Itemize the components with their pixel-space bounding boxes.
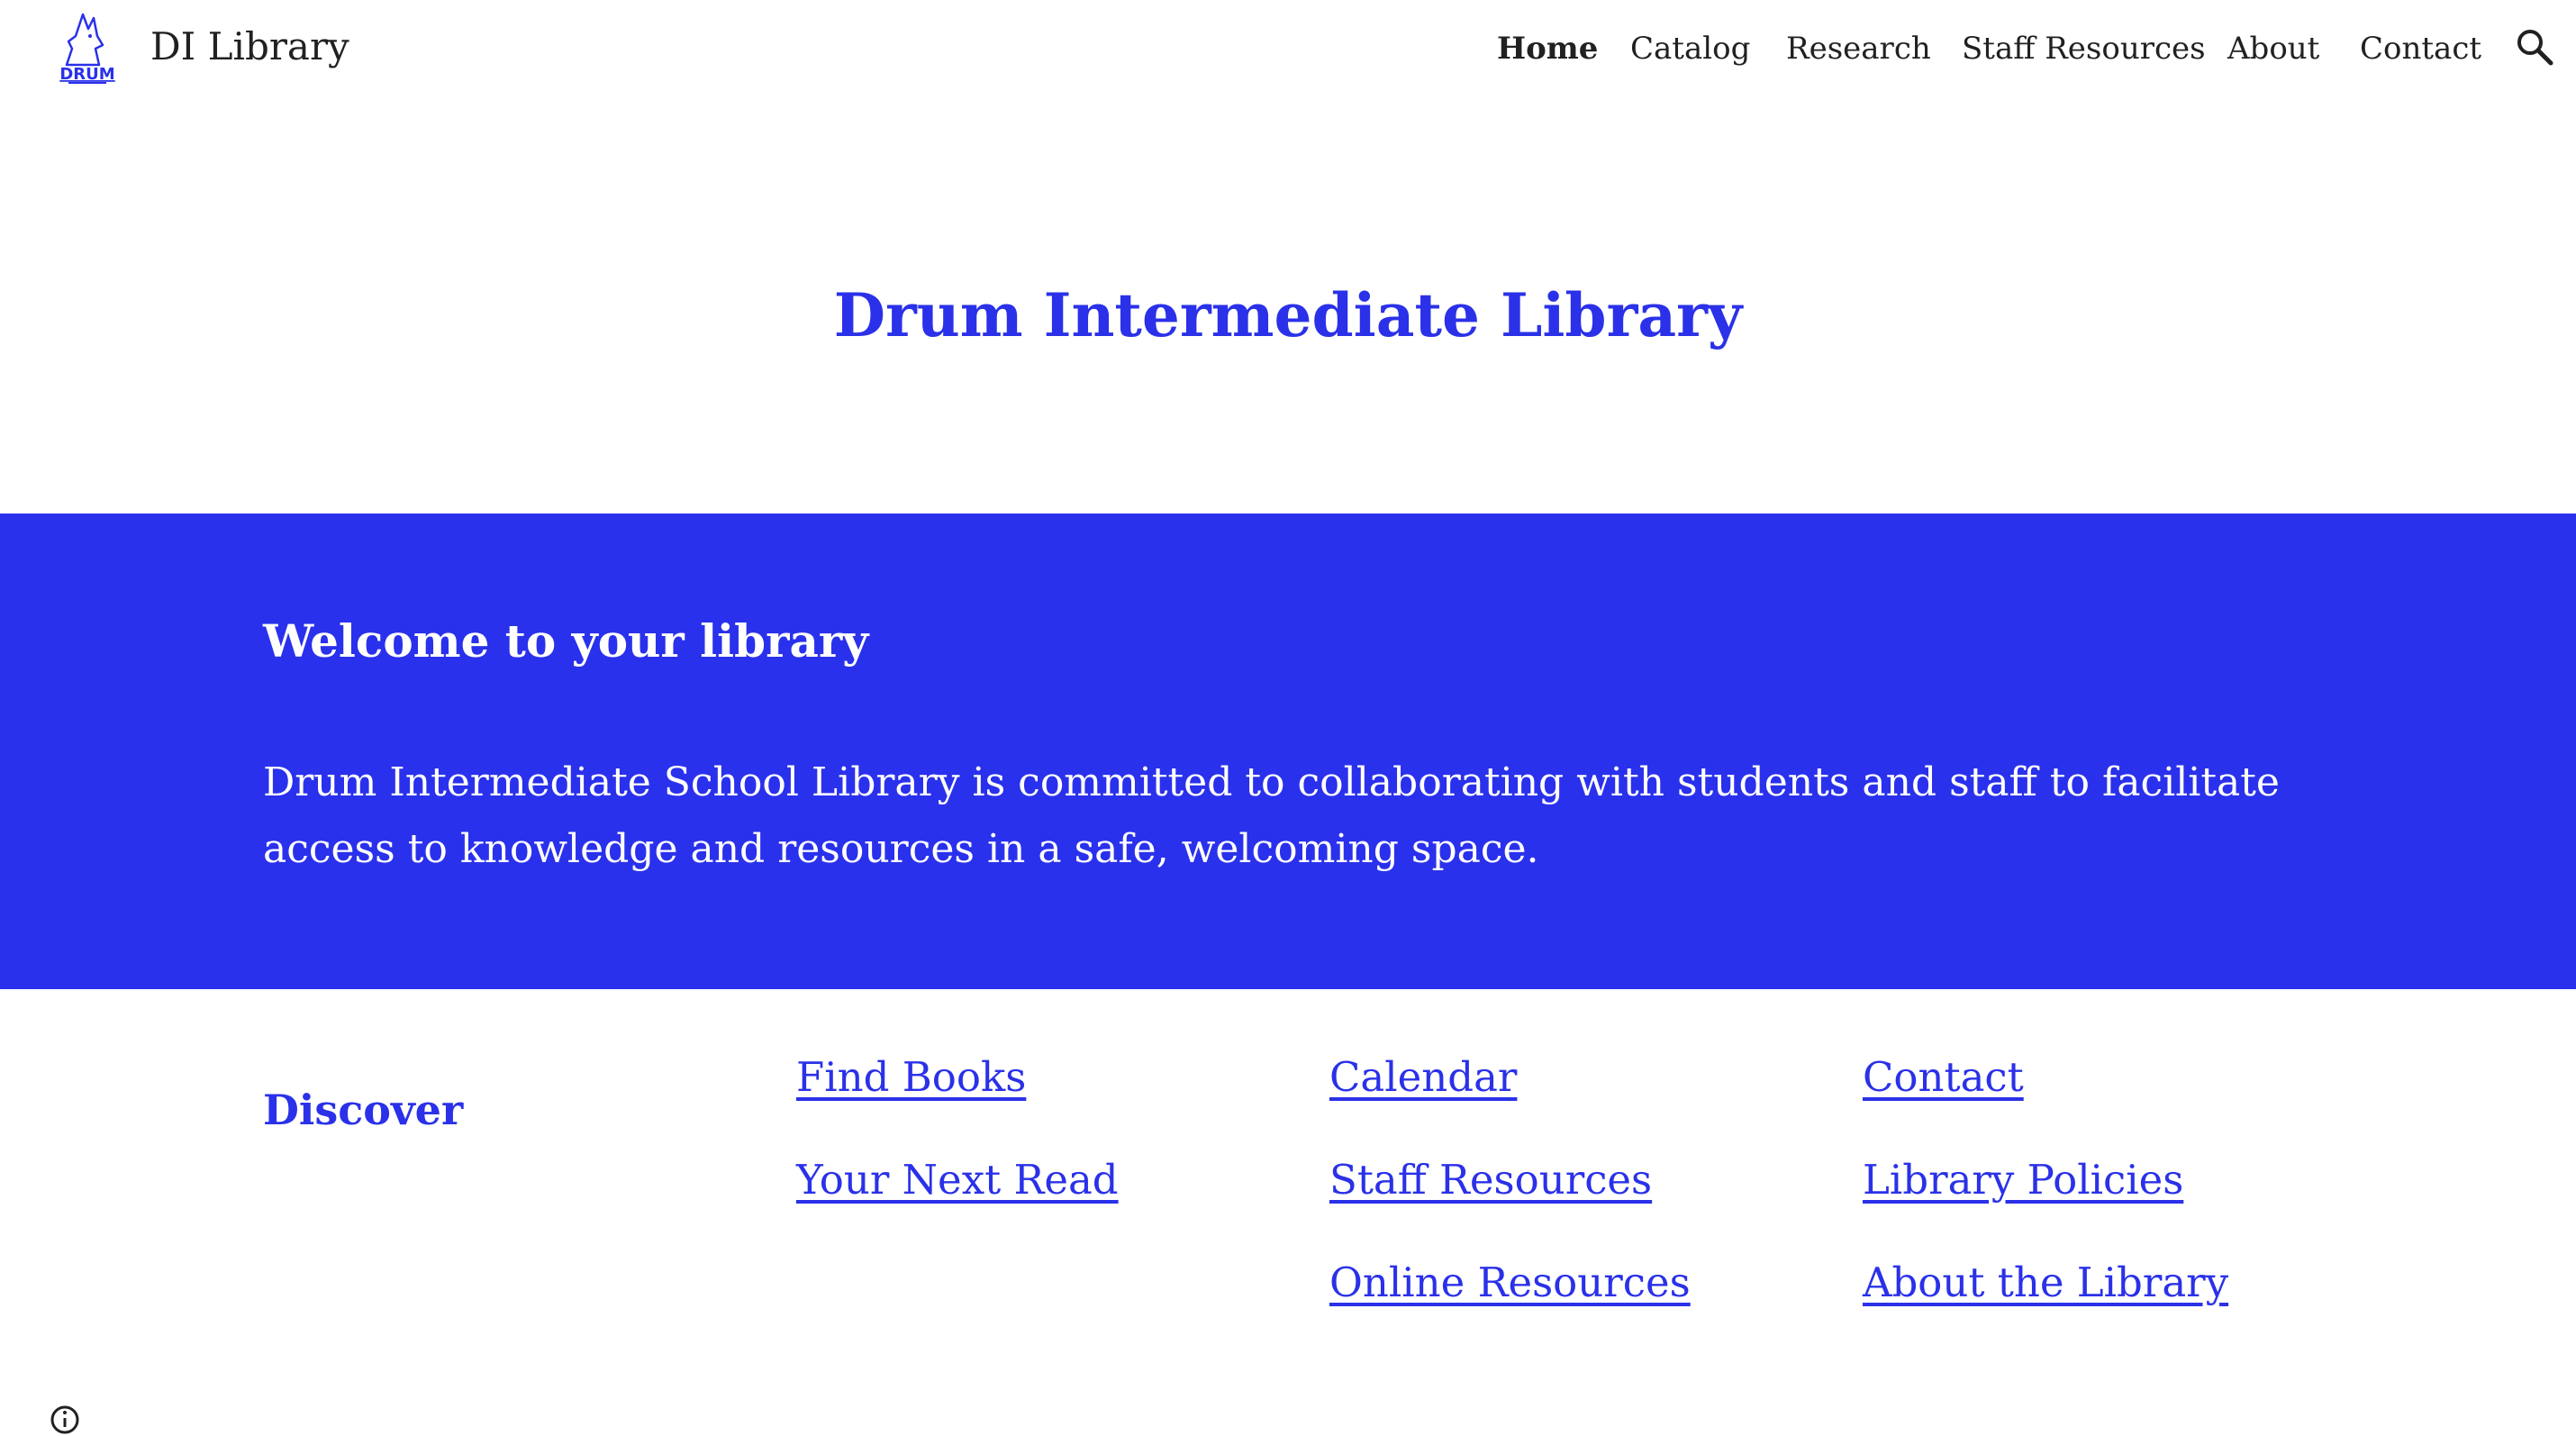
link-online-resources[interactable]: Online Resources bbox=[1329, 1247, 1691, 1319]
nav-contact[interactable]: Contact bbox=[2360, 23, 2481, 74]
link-your-next-read[interactable]: Your Next Read bbox=[796, 1144, 1119, 1216]
link-library-policies[interactable]: Library Policies bbox=[1863, 1144, 2183, 1216]
link-contact[interactable]: Contact bbox=[1863, 1041, 2024, 1113]
site-header: DRUM DI Library Home Catalog Research St… bbox=[0, 0, 2576, 99]
search-icon[interactable] bbox=[2515, 27, 2554, 67]
link-staff-resources[interactable]: Staff Resources bbox=[1329, 1144, 1652, 1216]
link-find-books[interactable]: Find Books bbox=[796, 1041, 1026, 1113]
welcome-heading: Welcome to your library bbox=[263, 614, 869, 668]
nav-research[interactable]: Research bbox=[1786, 23, 1931, 74]
link-calendar[interactable]: Calendar bbox=[1329, 1041, 1517, 1113]
welcome-text: Drum Intermediate School Library is comm… bbox=[263, 759, 2280, 872]
nav-catalog[interactable]: Catalog bbox=[1630, 23, 1750, 74]
nav-about[interactable]: About bbox=[2227, 23, 2319, 74]
link-about-the-library[interactable]: About the Library bbox=[1863, 1247, 2228, 1319]
drum-logo[interactable]: DRUM bbox=[56, 9, 119, 90]
site-title[interactable]: DI Library bbox=[150, 20, 349, 74]
discover-heading: Discover bbox=[263, 1086, 464, 1134]
info-icon[interactable] bbox=[49, 1404, 81, 1436]
nav-home[interactable]: Home bbox=[1497, 23, 1598, 74]
nav-staff-resources[interactable]: Staff Resources bbox=[1962, 23, 2206, 74]
logo-text: DRUM bbox=[59, 65, 114, 84]
page-title: Drum Intermediate Library bbox=[833, 280, 1743, 350]
